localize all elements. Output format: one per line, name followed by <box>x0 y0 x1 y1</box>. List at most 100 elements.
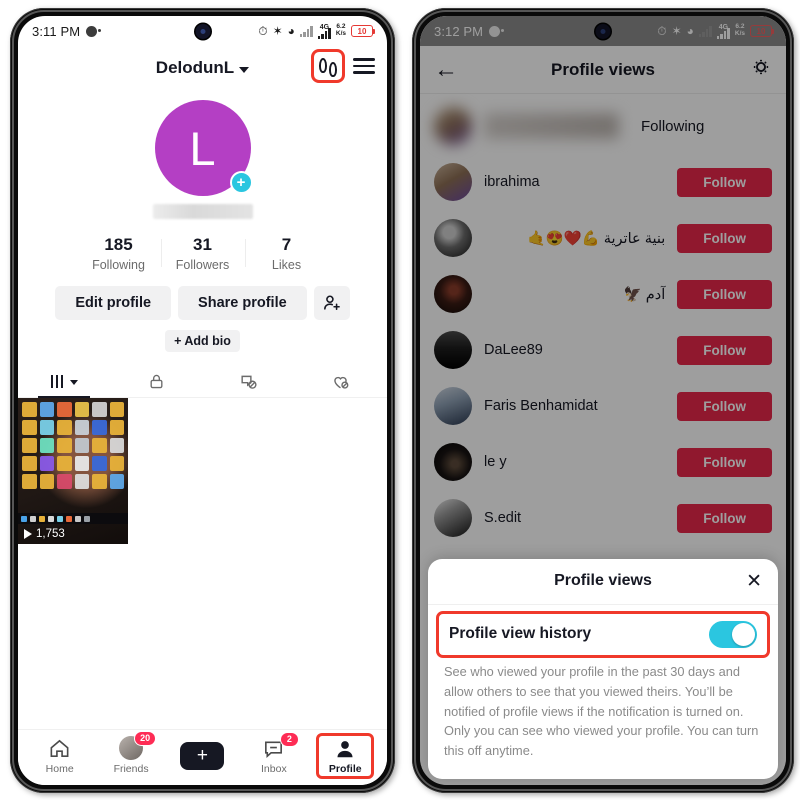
viewer-row[interactable]: آدم 🦅 Follow <box>420 266 786 322</box>
viewer-row[interactable]: DaLee89 Follow <box>420 322 786 378</box>
nav-item-friends[interactable]: 20 Friends <box>102 731 160 775</box>
play-icon <box>24 529 32 539</box>
repost-disabled-icon <box>241 375 257 389</box>
video-grid: 1,753 <box>18 398 387 544</box>
profile-header-actions <box>311 49 377 83</box>
viewer-row[interactable]: S.edit Follow <box>420 490 786 546</box>
stat-followers[interactable]: 31 Followers <box>160 235 245 272</box>
network-speed-indicator: 6.2 K/s <box>734 23 745 37</box>
viewer-row-redacted[interactable]: Following <box>420 98 786 154</box>
screen-record-icon <box>86 25 102 37</box>
home-icon <box>50 739 69 757</box>
profile-content-tabs <box>18 365 387 398</box>
sheet-header: Profile views ✕ <box>428 559 778 605</box>
avatar-letter: L <box>189 121 216 175</box>
create-plus-icon[interactable]: + <box>175 741 230 770</box>
close-x-icon[interactable]: ✕ <box>746 572 762 591</box>
follow-button[interactable]: Follow <box>677 391 772 421</box>
status-icons-group: ⏱ ✶ ◕ 4G 6.2 K/s 10 <box>258 23 375 39</box>
viewer-name: DaLee89 <box>484 342 543 358</box>
edit-profile-button[interactable]: Edit profile <box>55 286 172 320</box>
nav-label: Friends <box>113 763 149 775</box>
avatar <box>434 163 472 201</box>
left-phone-frame: 3:11 PM ⏱ ✶ ◕ 4G 6.2 K/s 10 DelodunL L +… <box>10 8 395 793</box>
follow-button[interactable]: Follow <box>677 335 772 365</box>
profile-stats: 185 Following 31 Followers 7 Likes <box>18 235 387 272</box>
network-type-icon: 4G <box>716 24 730 39</box>
taskbar-art <box>18 513 128 524</box>
alarm-icon: ⏱ <box>657 24 667 38</box>
screenshot-stage: 3:11 PM ⏱ ✶ ◕ 4G 6.2 K/s 10 DelodunL L +… <box>0 0 800 800</box>
video-thumbnail[interactable]: 1,753 <box>18 398 128 544</box>
following-button[interactable]: Following <box>631 111 715 141</box>
network-type-icon: 4G <box>317 24 331 39</box>
avatar-section: L + <box>18 100 387 196</box>
add-bio-button[interactable]: + Add bio <box>165 330 240 352</box>
viewer-row[interactable]: ibrahima Follow <box>420 154 786 210</box>
avatar <box>434 275 472 313</box>
bluetooth-icon: ✶ <box>671 24 682 38</box>
viewer-name: آدم 🦅 <box>623 286 666 303</box>
follow-button[interactable]: Follow <box>677 167 772 197</box>
gear-icon[interactable] <box>750 56 772 83</box>
nav-item-inbox[interactable]: 2 Inbox <box>245 731 303 775</box>
stat-following[interactable]: 185 Following <box>77 235 161 272</box>
follow-button[interactable]: Follow <box>677 503 772 533</box>
tab-videos[interactable] <box>18 365 110 397</box>
viewer-name: le y <box>484 454 507 470</box>
profile-views-header: ← Profile views <box>420 46 786 94</box>
viewer-name: ibrahima <box>484 174 540 190</box>
profile-views-button-highlight[interactable] <box>311 49 345 83</box>
hotspot-icon: ◕ <box>686 24 694 38</box>
follow-button[interactable]: Follow <box>677 223 772 253</box>
tab-liked[interactable] <box>295 365 387 397</box>
nav-item-create[interactable]: + <box>173 741 231 770</box>
stat-likes[interactable]: 7 Likes <box>244 235 329 272</box>
profile-username: DelodunL <box>155 58 235 77</box>
bluetooth-icon: ✶ <box>272 24 283 38</box>
status-time: 3:12 PM <box>434 23 484 39</box>
nav-item-home[interactable]: Home <box>31 737 89 775</box>
profile-view-history-toggle[interactable] <box>709 620 757 648</box>
follow-button[interactable]: Follow <box>677 447 772 477</box>
arrow-left-icon[interactable]: ← <box>434 57 458 82</box>
profile-view-history-label: Profile view history <box>449 625 592 643</box>
avatar <box>434 387 472 425</box>
video-play-count: 1,753 <box>24 528 65 540</box>
stat-value: 185 <box>104 235 133 254</box>
viewer-name: Faris Benhamidat <box>484 398 598 414</box>
viewer-row[interactable]: Faris Benhamidat Follow <box>420 378 786 434</box>
avatar <box>434 499 472 537</box>
viewer-row[interactable]: بنية عاترية 💪❤️😍🤙 Follow <box>420 210 786 266</box>
page-title: Profile views <box>551 59 655 79</box>
status-time: 3:11 PM <box>32 23 81 39</box>
viewer-name-redacted <box>484 113 619 139</box>
tab-reposts[interactable] <box>203 365 295 397</box>
hotspot-icon: ◕ <box>287 24 295 38</box>
share-profile-button[interactable]: Share profile <box>178 286 307 320</box>
hamburger-menu-icon[interactable] <box>351 54 377 77</box>
status-icons-group: ⏱ ✶ ◕ 4G 6.2 K/s 10 <box>657 23 774 39</box>
network-speed-indicator: 6.2 K/s <box>335 23 346 37</box>
follow-button[interactable]: Follow <box>677 279 772 309</box>
stat-label: Followers <box>175 258 230 272</box>
add-person-icon[interactable] <box>313 286 350 320</box>
avatar <box>434 443 472 481</box>
profile-view-history-description: See who viewed your profile in the past … <box>444 663 759 759</box>
profile-view-history-row-highlight[interactable]: Profile view history <box>436 610 770 658</box>
liked-hidden-icon <box>334 376 349 389</box>
nav-item-profile[interactable]: Profile <box>316 732 375 779</box>
tab-private[interactable] <box>110 365 202 397</box>
screen-record-icon <box>489 25 505 37</box>
viewer-name: بنية عاترية 💪❤️😍🤙 <box>527 230 666 247</box>
chevron-down-icon <box>239 66 250 73</box>
profile-viewers-list: Following ibrahima Follow بنية عاترية 💪❤… <box>420 94 786 546</box>
viewer-row[interactable]: le y Follow <box>420 434 786 490</box>
profile-username-dropdown[interactable]: DelodunL <box>155 58 250 78</box>
battery-indicator: 10 <box>351 25 375 37</box>
plus-circle-icon[interactable]: + <box>229 171 253 194</box>
bottom-navigation: Home 20 Friends + 2 Inbox Profile <box>18 729 387 785</box>
alarm-icon: ⏱ <box>258 24 268 38</box>
left-phone-screen: 3:11 PM ⏱ ✶ ◕ 4G 6.2 K/s 10 DelodunL L +… <box>18 16 387 785</box>
avatar[interactable]: L + <box>154 100 253 196</box>
